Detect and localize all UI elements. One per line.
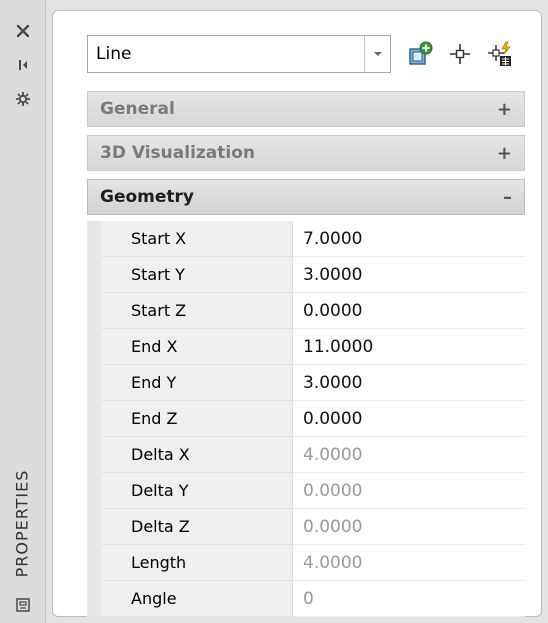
row-indent: [87, 473, 101, 509]
property-label: Start Y: [101, 257, 293, 293]
section-geometry[interactable]: Geometry –: [87, 179, 525, 215]
property-label: End Z: [101, 401, 293, 437]
chevron-down-icon[interactable]: [364, 36, 390, 72]
property-value: 0.0000: [293, 473, 525, 509]
row-indent: [87, 257, 101, 293]
palette-title: PROPERTIES: [12, 469, 32, 577]
row-indent: [87, 545, 101, 581]
section-general[interactable]: General +: [87, 91, 525, 127]
properties-palette: PROPERTIES Line General + 3D Visualizati…: [0, 0, 548, 623]
property-label: End Y: [101, 365, 293, 401]
row-indent: [87, 509, 101, 545]
object-type-value: Line: [96, 44, 132, 64]
row-indent: [87, 329, 101, 365]
section-3d-visualization[interactable]: 3D Visualization +: [87, 135, 525, 171]
property-label: End X: [101, 329, 293, 365]
property-value[interactable]: 0.0000: [293, 293, 525, 329]
property-row[interactable]: Start Y 3.0000: [87, 257, 525, 293]
property-row[interactable]: Delta X 4.0000: [87, 437, 525, 473]
property-row[interactable]: Length 4.0000: [87, 545, 525, 581]
expand-icon[interactable]: +: [497, 99, 512, 120]
property-label: Start Z: [101, 293, 293, 329]
property-row[interactable]: Start Z 0.0000: [87, 293, 525, 329]
palette-title-strip[interactable]: PROPERTIES: [0, 0, 46, 623]
expand-icon[interactable]: +: [497, 143, 512, 164]
section-general-title: General: [100, 99, 175, 119]
properties-panel: Line General + 3D Visualization + Geomet…: [52, 10, 542, 617]
property-row[interactable]: Angle 0: [87, 581, 525, 617]
row-indent: [87, 581, 101, 617]
row-indent: [87, 437, 101, 473]
property-row[interactable]: Delta Z 0.0000: [87, 509, 525, 545]
property-value: 4.0000: [293, 437, 525, 473]
property-row[interactable]: Start X 7.0000: [87, 221, 525, 257]
palette-icon[interactable]: [12, 594, 34, 616]
close-icon[interactable]: [12, 20, 34, 42]
row-indent: [87, 365, 101, 401]
property-label: Angle: [101, 581, 293, 617]
property-value: 0.0000: [293, 509, 525, 545]
property-label: Start X: [101, 221, 293, 257]
property-row[interactable]: End Z 0.0000: [87, 401, 525, 437]
object-type-dropdown[interactable]: Line: [87, 35, 391, 73]
property-row[interactable]: End X 11.0000: [87, 329, 525, 365]
section-geometry-title: Geometry: [100, 187, 194, 207]
row-indent: [87, 401, 101, 437]
property-value[interactable]: 0.0000: [293, 401, 525, 437]
quick-select-icon[interactable]: [485, 39, 515, 69]
property-label: Delta Y: [101, 473, 293, 509]
row-indent: [87, 221, 101, 257]
properties-gear-icon[interactable]: [12, 88, 34, 110]
toggle-pickadd-icon[interactable]: [405, 39, 435, 69]
property-row[interactable]: End Y 3.0000: [87, 365, 525, 401]
toolbar: Line: [87, 35, 542, 75]
geometry-properties: Start X 7.0000 Start Y 3.0000 Start Z 0.0000 E…: [87, 221, 525, 617]
property-label: Delta Z: [101, 509, 293, 545]
select-objects-icon[interactable]: [445, 39, 475, 69]
property-value: 0: [293, 581, 525, 617]
property-value: 4.0000: [293, 545, 525, 581]
property-value[interactable]: 7.0000: [293, 221, 525, 257]
autohide-icon[interactable]: [12, 54, 34, 76]
property-row[interactable]: Delta Y 0.0000: [87, 473, 525, 509]
property-value[interactable]: 3.0000: [293, 365, 525, 401]
property-label: Delta X: [101, 437, 293, 473]
section-3d-visualization-title: 3D Visualization: [100, 143, 255, 163]
row-indent: [87, 293, 101, 329]
property-value[interactable]: 3.0000: [293, 257, 525, 293]
property-label: Length: [101, 545, 293, 581]
property-value[interactable]: 11.0000: [293, 329, 525, 365]
collapse-icon[interactable]: –: [503, 187, 512, 208]
